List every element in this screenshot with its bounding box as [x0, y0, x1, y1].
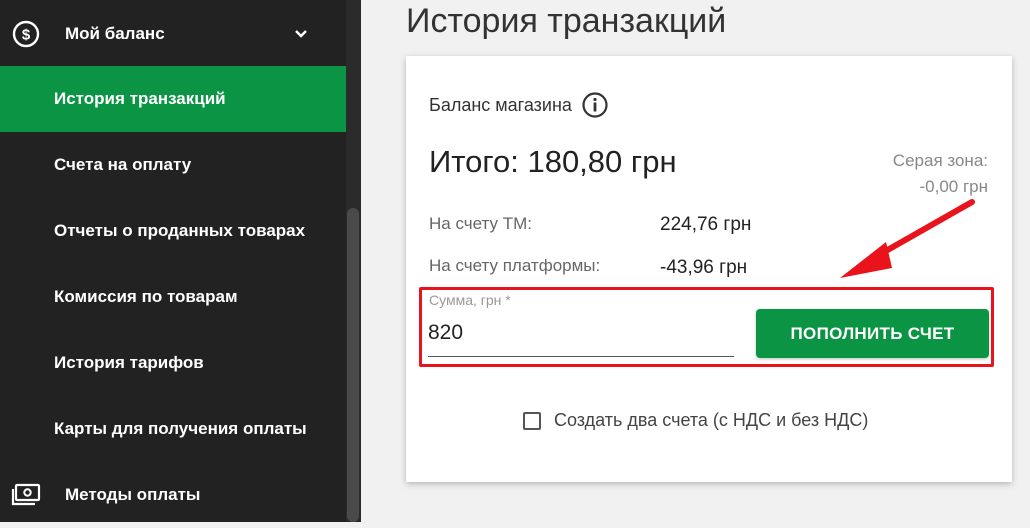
card-title: Баланс магазина [429, 92, 608, 118]
tm-account-label: На счету ТМ: [429, 214, 532, 233]
top-up-button[interactable]: ПОПОЛНИТЬ СЧЕТ [756, 309, 989, 358]
sidebar-scrollbar-thumb[interactable] [347, 208, 359, 522]
sidebar-item-transaction-history[interactable]: История транзакций [0, 66, 346, 132]
sidebar-item-payout-cards[interactable]: Карты для получения оплаты [0, 396, 346, 462]
two-invoices-label: Создать два счета (с НДС и без НДС) [554, 410, 869, 430]
info-icon[interactable] [582, 92, 608, 118]
sidebar-item-my-balance[interactable]: $ Мой баланс [0, 1, 346, 67]
amount-input[interactable] [428, 314, 734, 357]
sidebar-item-sold-goods-reports[interactable]: Отчеты о проданных товарах [0, 198, 346, 264]
money-icon [11, 480, 41, 510]
sidebar-item-label: Счета на оплату [54, 155, 192, 174]
gray-zone-label: Серая зона: [892, 151, 988, 170]
sidebar: $ Мой баланс История транзакций Счета на… [0, 0, 346, 522]
sidebar-item-invoices[interactable]: Счета на оплату [0, 132, 346, 198]
sidebar-item-tariff-history[interactable]: История тарифов [0, 330, 346, 396]
page-title: История транзакций [406, 2, 727, 40]
platform-account-label: На счету платформы: [429, 256, 601, 275]
dollar-circle-icon: $ [11, 19, 41, 49]
chevron-down-icon[interactable] [292, 25, 310, 43]
sidebar-item-label: Мой баланс [65, 24, 165, 43]
tm-account-value: 224,76 грн [660, 214, 752, 235]
sidebar-item-label: Карты для получения оплаты [54, 419, 307, 438]
sidebar-item-payment-methods[interactable]: Методы оплаты [0, 462, 346, 528]
sidebar-item-commission[interactable]: Комиссия по товарам [0, 264, 346, 330]
sidebar-item-label: Комиссия по товарам [54, 287, 238, 306]
card-title-text: Баланс магазина [429, 94, 572, 115]
two-invoices-option[interactable]: Создать два счета (с НДС и без НДС) [523, 410, 868, 431]
svg-text:$: $ [22, 27, 31, 44]
amount-field-label: Сумма, грн * [429, 292, 511, 308]
sidebar-item-label: Отчеты о проданных товарах [54, 221, 306, 240]
total-balance: Итого: 180,80 грн [429, 144, 677, 179]
sidebar-item-label: История транзакций [54, 89, 226, 108]
platform-account-value: -43,96 грн [660, 257, 748, 278]
sidebar-item-label: История тарифов [54, 353, 204, 372]
red-arrow-annotation [840, 199, 975, 278]
two-invoices-checkbox[interactable] [523, 411, 541, 430]
sidebar-item-label: Методы оплаты [65, 485, 201, 504]
